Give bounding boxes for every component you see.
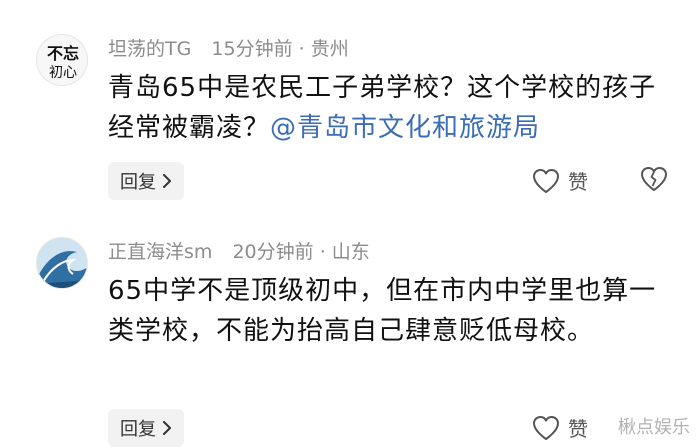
like-button[interactable]: 赞 [532,166,588,195]
comment-body: 65中学不是顶级初中，但在市内中学里也算一类学校，不能为抬高自己肆意贬低母校。 [108,276,657,346]
chevron-right-icon [163,174,171,188]
heart-outline-icon [533,168,559,193]
reply-button[interactable]: 回复 [108,162,184,200]
calligraphy-avatar-icon: 不忘 初心 [47,44,79,81]
comment-meta: 正直海洋sm 20分钟前 · 山东 [108,237,370,264]
dislike-button[interactable] [640,166,668,196]
mention-link[interactable]: @青岛市文化和旅游局 [270,113,540,143]
avatar[interactable] [36,237,88,289]
chevron-right-icon [163,421,171,435]
comment-item: 正直海洋sm 20分钟前 · 山东 65中学不是顶级初中，但在市内中学里也算一类… [0,215,700,447]
author-name[interactable]: 正直海洋sm [108,241,212,263]
like-button[interactable]: 赞 [532,413,588,442]
comment-location: · 山东 [319,241,370,263]
heart-outline-icon [533,415,559,440]
comment-time: 20分钟前 [232,241,314,263]
svg-text:初心: 初心 [49,64,77,81]
watermark: 楸点娱乐 [618,413,690,439]
svg-text:不忘: 不忘 [47,44,79,63]
watermark-text: 楸点娱乐 [618,417,690,438]
comment-meta: 坦荡的TG 15分钟前 · 贵州 [108,34,349,61]
comment-item: 不忘 初心 坦荡的TG 15分钟前 · 贵州 青岛65中是农民工子弟学校？这个学… [0,0,700,215]
like-label: 赞 [568,170,588,194]
comment-text: 青岛65中是农民工子弟学校？这个学校的孩子经常被霸凌？@青岛市文化和旅游局 [108,68,668,148]
comment-location: · 贵州 [298,38,349,60]
broken-heart-icon [641,167,667,191]
comment-text: 65中学不是顶级初中，但在市内中学里也算一类学校，不能为抬高自己肆意贬低母校。 [108,271,668,351]
wave-avatar-icon [37,238,87,288]
reply-button[interactable]: 回复 [108,409,184,447]
comment-time: 15分钟前 [211,38,293,60]
avatar[interactable]: 不忘 初心 [36,34,88,86]
reply-label: 回复 [120,419,156,440]
like-label: 赞 [568,417,588,441]
reply-label: 回复 [120,172,156,193]
author-name[interactable]: 坦荡的TG [108,38,191,60]
